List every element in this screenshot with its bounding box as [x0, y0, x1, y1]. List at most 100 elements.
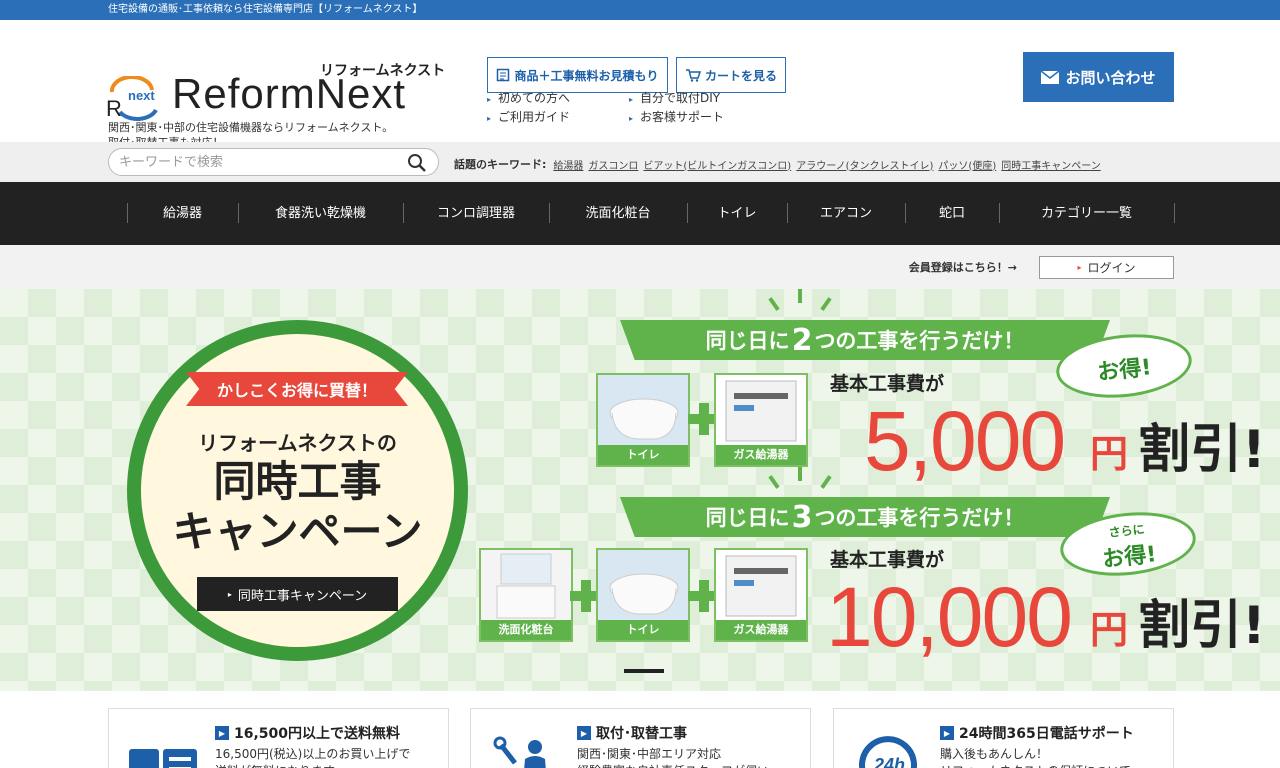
banner1-pre: 同じ日に [705, 329, 790, 353]
link-support-label: お客様サポート [640, 110, 725, 124]
contact-button[interactable]: お問い合わせ [1023, 52, 1174, 102]
vanity-icon [481, 550, 571, 620]
nav-item-water-heater[interactable]: 給湯器 [127, 182, 238, 245]
feature-text: 関西･関東･中部エリア対応 経験豊富な自社専任スタッフが伺い [577, 747, 769, 768]
trending-keywords-label: 話題のキーワード: [454, 158, 547, 171]
gas-water-heater-icon [716, 550, 806, 620]
keyword-link[interactable]: ガスコンロ [588, 157, 638, 172]
yen-label-2: 円 [1090, 608, 1129, 652]
campaign-button[interactable]: ▸ 同時工事キャンペーン [197, 577, 398, 611]
nav-item-toilet[interactable]: トイレ [687, 182, 787, 245]
spark-decoration-icon [768, 297, 780, 311]
login-button[interactable]: ▸ ログイン [1039, 256, 1174, 279]
feature-card-installation[interactable]: ▶ 取付･取替工事 関西･関東･中部エリア対応 経験豊富な自社専任スタッフが伺い [470, 708, 811, 768]
product-vanity: 洗面化粧台 [479, 548, 573, 642]
nav-item-faucet[interactable]: 蛇口 [905, 182, 999, 245]
link-arrow-icon: ▸ [487, 114, 492, 123]
discount-price-2: 10,000 [826, 570, 1073, 664]
login-button-label: ログイン [1087, 261, 1136, 275]
logo-brand-name: ReformNext [172, 70, 407, 117]
reformnext-logo-mark-icon: next R [106, 76, 158, 121]
link-usage-guide[interactable]: ▸ ご利用ガイド [487, 108, 570, 127]
product-gas-water-heater: ガス給湯器 [714, 373, 808, 467]
truck-icon [129, 749, 197, 768]
member-row: 会員登録はこちら！→ ▸ ログイン [0, 245, 1280, 289]
feature-title-text: 取付･取替工事 [596, 726, 687, 742]
main-navigation: 給湯器 食器洗い乾燥機 コンロ調理器 洗面化粧台 トイレ エアコン 蛇口 カテゴ… [0, 182, 1280, 245]
site-logo[interactable]: リフォームネクスト next R ReformNext 関西･関東･中部の住宅設… [106, 48, 446, 149]
play-square-icon: ▶ [940, 726, 954, 740]
cart-button[interactable]: カートを見る [676, 57, 786, 93]
banner2-pre: 同じ日に [705, 506, 790, 530]
product-label: ガス給湯器 [716, 620, 806, 640]
yen-label-1: 円 [1090, 432, 1129, 476]
spark-decoration-icon [798, 289, 802, 303]
keyword-link[interactable]: アラウーノ(タンクレストイレ) [796, 157, 933, 172]
campaign-banner-2works: 同じ日に 2 つの工事を行うだけ！ [620, 320, 1110, 360]
feature-text: 16,500円(税込)以上のお買い上げで 送料が無料になります。 [215, 747, 411, 768]
keyword-link[interactable]: 同時工事キャンペーン [1001, 157, 1101, 172]
search-input[interactable] [119, 152, 399, 172]
campaign-title: 同時工事 キャンペーン [172, 457, 423, 556]
search-icon[interactable] [407, 153, 427, 173]
product-toilet: トイレ [596, 548, 690, 642]
spark-decoration-icon [798, 467, 802, 481]
nav-item-aircon[interactable]: エアコン [787, 182, 905, 245]
nav-item-stove[interactable]: コンロ調理器 [403, 182, 549, 245]
spark-decoration-icon [820, 475, 832, 489]
deal-bubble-1-text: お得! [1096, 355, 1153, 386]
nav-item-dishwasher[interactable]: 食器洗い乾燥機 [238, 182, 403, 245]
trending-keywords: 話題のキーワード: 給湯器 ガスコンロ ビアット(ビルトインガスコンロ) アラウ… [454, 156, 1101, 172]
feature-title: ▶ 24時間365日電話サポート [940, 723, 1134, 743]
24h-clock-icon: 24h [859, 736, 917, 768]
product-gas-water-heater: ガス給湯器 [714, 548, 808, 642]
banner2-post: つの工事を行うだけ！ [814, 506, 1025, 530]
feature-title-text: 24時間365日電話サポート [959, 726, 1134, 742]
keyword-link[interactable]: 給湯器 [553, 157, 583, 172]
product-toilet: トイレ [596, 373, 690, 467]
estimate-button-label: 商品＋工事無料お見積もり [514, 68, 659, 83]
discount-price-1: 5,000 [864, 394, 1066, 488]
worker-icon [493, 736, 546, 768]
login-arrow-icon: ▸ [1077, 263, 1082, 272]
header-links-right: ▸ 自分で取付DIY ▸ お客様サポート [629, 89, 724, 127]
nav-item-categories[interactable]: カテゴリー一覧 [999, 182, 1174, 245]
mail-icon [1041, 70, 1060, 84]
logo-mark-r: R [106, 96, 122, 121]
logo-mark-next: next [128, 88, 155, 103]
feature-card-free-shipping[interactable]: ▶ 16,500円以上で送料無料 16,500円(税込)以上のお買い上げで 送料が… [108, 708, 449, 768]
link-diy-label: 自分で取付DIY [640, 91, 721, 105]
link-support[interactable]: ▸ お客様サポート [629, 108, 724, 127]
link-beginners[interactable]: ▸ 初めての方へ [487, 89, 570, 108]
toilet-icon [598, 550, 688, 620]
nav-item-vanity[interactable]: 洗面化粧台 [549, 182, 687, 245]
keyword-link[interactable]: パッソ(便座) [938, 157, 996, 172]
hero-campaign-banner[interactable]: かしこくお得に買替！ リフォームネクストの 同時工事 キャンペーン ▸ 同時工事… [0, 289, 1280, 691]
feature-title: ▶ 取付･取替工事 [577, 723, 687, 743]
spark-decoration-icon [768, 475, 780, 489]
deal-bubble-2-text: お得! [1101, 542, 1158, 573]
toilet-icon [598, 375, 688, 445]
gas-water-heater-icon [716, 375, 806, 445]
product-label: 洗面化粧台 [481, 620, 571, 640]
keyword-link[interactable]: ビアット(ビルトインガスコンロ) [643, 157, 791, 172]
campaign-banner-3works: 同じ日に 3 つの工事を行うだけ！ [620, 497, 1110, 537]
carousel-indicator[interactable] [624, 669, 664, 673]
link-arrow-icon: ▸ [629, 95, 634, 104]
member-register-link[interactable]: 会員登録はこちら！→ [909, 259, 1017, 275]
campaign-arrow-icon: ▸ [227, 589, 232, 599]
top-announcement-text: 住宅設備の通販･工事依頼なら住宅設備専門店【リフォームネクスト】 [108, 4, 423, 15]
header-links-left: ▸ 初めての方へ ▸ ご利用ガイド [487, 89, 570, 127]
svg-text:24h: 24h [873, 755, 905, 768]
link-beginners-label: 初めての方へ [498, 91, 571, 105]
spark-decoration-icon [820, 297, 832, 311]
cart-button-label: カートを見る [704, 68, 777, 83]
search-box[interactable] [108, 148, 439, 176]
basic-fee-label-1: 基本工事費が [830, 373, 945, 395]
estimate-button[interactable]: 商品＋工事無料お見積もり [487, 57, 668, 93]
feature-card-phone-support[interactable]: 24h ▶ 24時間365日電話サポート 購入後もあんしん！ リフォームネクストの… [833, 708, 1174, 768]
feature-text: 購入後もあんしん！ リフォームネクストの保証について [940, 747, 1131, 768]
link-diy[interactable]: ▸ 自分で取付DIY [629, 89, 724, 108]
product-label: トイレ [598, 620, 688, 640]
estimate-form-icon [497, 68, 510, 82]
